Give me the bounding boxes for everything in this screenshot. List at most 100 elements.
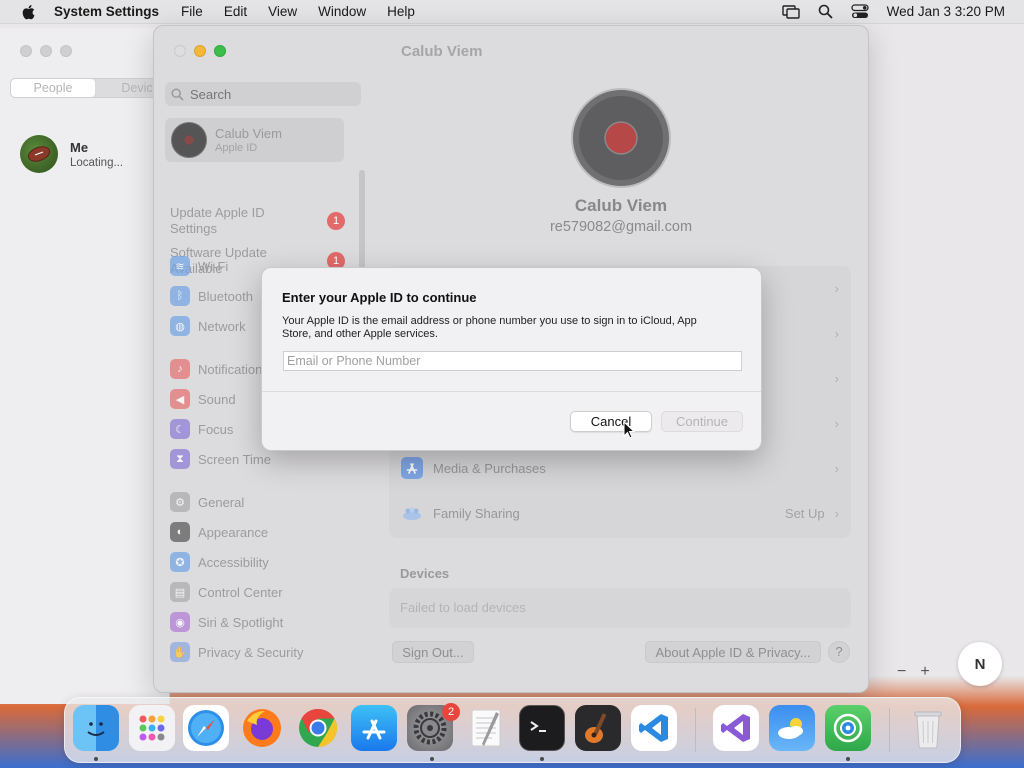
menu-window[interactable]: Window [318, 4, 366, 19]
window-controls [174, 45, 226, 57]
dock-finder[interactable] [73, 705, 119, 751]
minimize-button[interactable] [194, 45, 206, 57]
avatar [171, 122, 207, 158]
sidebar-item-privacy-security[interactable]: ✋ Privacy & Security [170, 642, 303, 662]
help-button[interactable]: ? [828, 641, 850, 663]
dock-visual-studio[interactable] [713, 705, 759, 751]
sidebar-item-label: Privacy & Security [198, 644, 304, 660]
me-list-item[interactable]: Me Locating... [20, 135, 123, 173]
compass-button[interactable]: N [958, 642, 1002, 686]
running-indicator [846, 757, 850, 761]
continue-button[interactable]: Continue [661, 411, 743, 432]
zoom-in-button[interactable]: + [920, 663, 929, 681]
speaker-icon: ◀ [170, 389, 190, 409]
family-setup-link[interactable]: Set Up [785, 506, 825, 521]
me-status: Locating... [70, 156, 124, 169]
vscode-icon [639, 714, 668, 742]
compass-north-label: N [974, 655, 986, 673]
sidebar-item-screen-time[interactable]: ⧗ Screen Time [170, 449, 271, 469]
sidebar-item-accessibility[interactable]: ✪ Accessibility [170, 552, 269, 572]
terminal-icon [530, 721, 546, 732]
settings-row-media-purchases[interactable]: Media & Purchases › [389, 446, 851, 490]
sidebar-item-sound[interactable]: ◀ Sound [170, 389, 236, 409]
menu-bar: System Settings File Edit View Window He… [0, 0, 1024, 24]
account-name: Calub Viem [215, 126, 282, 141]
sidebar-item-focus[interactable]: ☾ Focus [170, 419, 233, 439]
window-title: Calub Viem [401, 43, 483, 60]
dock-chrome[interactable] [295, 705, 341, 751]
me-name: Me [70, 139, 89, 155]
hand-icon: ✋ [170, 642, 190, 662]
minimize-button[interactable] [40, 45, 52, 57]
dock-firefox[interactable] [239, 705, 285, 751]
menu-help[interactable]: Help [387, 4, 415, 19]
sidebar-item-appearance[interactable]: ◐ Appearance [170, 522, 268, 542]
control-center-icon[interactable] [851, 4, 869, 19]
weather-icon [778, 718, 803, 739]
tab-people[interactable]: People [11, 79, 95, 97]
dock-weather[interactable] [769, 705, 815, 751]
email-or-phone-field[interactable] [283, 351, 742, 371]
dock-vscode[interactable] [631, 705, 677, 751]
menu-view[interactable]: View [268, 4, 297, 19]
sign-out-button[interactable]: Sign Out... [392, 641, 474, 663]
notice-label: Update Apple ID Settings [170, 205, 265, 236]
chevron-right-icon: › [834, 325, 839, 341]
firefox-icon [243, 709, 281, 747]
sidebar-item-bluetooth[interactable]: ᛒ Bluetooth [170, 286, 253, 306]
menu-edit[interactable]: Edit [224, 4, 247, 19]
dock-app-store[interactable] [351, 705, 397, 751]
wifi-icon: ≋ [170, 256, 190, 276]
dock-safari[interactable] [183, 705, 229, 751]
find-my-icon [833, 713, 863, 743]
sidebar-item-update-apple-id[interactable]: Update Apple ID Settings 1 [170, 205, 345, 237]
notification-badge: 2 [442, 703, 460, 721]
dock-terminal[interactable] [519, 705, 565, 751]
sidebar-item-wi-fi[interactable]: ≋ Wi-Fi [170, 256, 228, 276]
menu-file[interactable]: File [181, 4, 203, 19]
app-store-icon [362, 719, 386, 740]
chrome-icon [299, 708, 338, 748]
zoom-out-button[interactable]: − [897, 663, 906, 681]
dock-garageband[interactable] [575, 705, 621, 751]
dock: 2 [64, 697, 961, 763]
dialog-title: Enter your Apple ID to continue [282, 290, 477, 305]
sidebar-item-control-center[interactable]: ▤ Control Center [170, 582, 283, 602]
app-menu-system-settings[interactable]: System Settings [54, 4, 159, 19]
appearance-icon: ◐ [170, 522, 190, 542]
zoom-button[interactable] [214, 45, 226, 57]
profile-avatar[interactable] [571, 88, 671, 188]
sidebar-item-apple-id[interactable]: Calub Viem Apple ID [165, 118, 344, 162]
sidebar-item-general[interactable]: ⚙ General [170, 492, 244, 512]
dock-launchpad[interactable] [129, 705, 175, 751]
sidebar-item-notifications[interactable]: ♪ Notifications [170, 359, 269, 379]
devices-list: Failed to load devices [389, 588, 851, 628]
about-apple-id-privacy-button[interactable]: About Apple ID & Privacy... [645, 641, 821, 663]
running-indicator [540, 757, 544, 761]
dialog-divider [262, 391, 761, 392]
settings-row-family-sharing[interactable]: Family Sharing Set Up › [389, 491, 851, 535]
screen-mirroring-icon[interactable] [781, 4, 800, 19]
sidebar-item-label: Screen Time [198, 451, 271, 467]
cancel-button[interactable]: Cancel [570, 411, 652, 432]
close-button[interactable] [174, 45, 186, 57]
gear-icon: ⚙ [170, 492, 190, 512]
sidebar-item-label: Siri & Spotlight [198, 614, 284, 630]
menu-clock[interactable]: Wed Jan 3 3:20 PM [887, 4, 1005, 19]
row-label: Media & Purchases [433, 460, 546, 476]
sidebar-item-network[interactable]: ◍ Network [170, 316, 246, 336]
search-input[interactable] [190, 86, 350, 102]
apple-logo-icon[interactable] [20, 3, 38, 21]
dock-trash[interactable] [905, 705, 951, 751]
sidebar-item-label: General [198, 494, 245, 510]
account-subtitle: Apple ID [215, 142, 258, 154]
dock-textedit[interactable] [463, 705, 509, 751]
search-icon [171, 87, 184, 101]
zoom-button[interactable] [60, 45, 72, 57]
sidebar-item-siri-spotlight[interactable]: ◉ Siri & Spotlight [170, 612, 283, 632]
close-button[interactable] [20, 45, 32, 57]
dock-find-my[interactable] [825, 705, 871, 751]
family-icon [401, 502, 423, 524]
spotlight-search-icon[interactable] [818, 4, 833, 19]
notification-badge: 1 [327, 212, 345, 230]
